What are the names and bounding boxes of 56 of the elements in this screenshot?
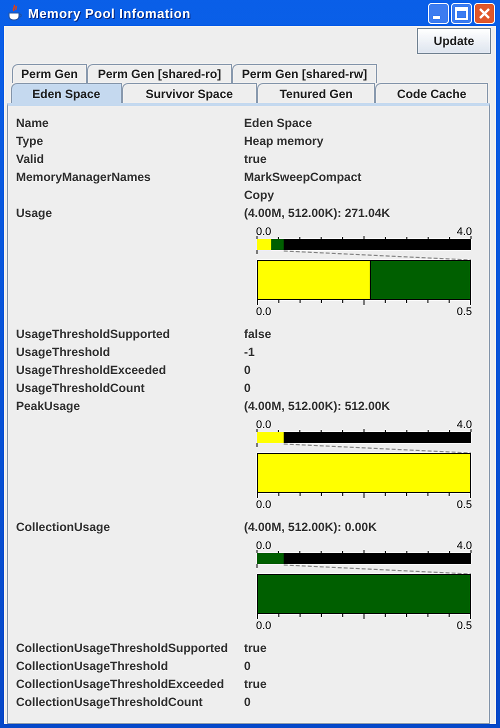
property-name: CollectionUsageThreshold [16, 658, 170, 675]
property-value: -1 [244, 344, 256, 361]
property-name: CollectionUsage [16, 519, 112, 536]
property-name: Valid [16, 151, 46, 168]
scale-label: 4.0 [456, 226, 472, 238]
property-name: Usage [16, 205, 54, 222]
property-name: Name [16, 115, 50, 132]
property-name: CollectionUsageThresholdSupported [16, 640, 230, 657]
property-value: (4.00M, 512.00K): 271.04K [244, 205, 392, 222]
tab[interactable]: Eden Space [11, 83, 122, 103]
property-value: true [244, 151, 268, 168]
minimize-icon[interactable] [428, 2, 449, 24]
property-value: true [244, 640, 268, 657]
tab[interactable]: Tenured Gen [256, 83, 376, 103]
property-name: UsageThresholdSupported [16, 326, 172, 343]
property-name: Type [16, 133, 44, 150]
property-value: 0 [244, 380, 252, 397]
property-value: 0 [244, 362, 252, 379]
property-name: UsageThresholdCount [16, 380, 146, 397]
property-value: Heap memory [244, 133, 324, 150]
property-value: Eden Space [244, 115, 314, 132]
tab[interactable]: Perm Gen [shared-ro] [87, 64, 232, 83]
property-name: CollectionUsageThresholdCount [16, 694, 204, 711]
scale-label: 0.0 [256, 620, 272, 632]
property-name: MemoryManagerNames [16, 169, 152, 186]
scale-label: 0.0 [256, 540, 272, 552]
scale-label: 0.5 [456, 620, 472, 632]
scale-label: 0.0 [256, 306, 272, 318]
property-value: 0 [244, 658, 252, 675]
maximize-icon[interactable] [451, 2, 472, 24]
property-value: true [244, 676, 268, 693]
property-value: (4.00M, 512.00K): 0.00K [244, 519, 378, 536]
tab[interactable]: Perm Gen [12, 64, 87, 83]
scale-label: 4.0 [456, 540, 472, 552]
property-value: 0 [244, 694, 252, 711]
property-value: MarkSweepCompact [244, 169, 362, 186]
property-value: false [244, 326, 272, 343]
scale-label: 0.0 [256, 499, 272, 511]
scale-label: 4.0 [456, 419, 472, 431]
cup-icon [7, 4, 23, 22]
tab[interactable]: Perm Gen [shared-rw] [232, 64, 377, 83]
scale-label: 0.0 [256, 419, 272, 431]
scale-label: 0.5 [456, 306, 472, 318]
property-name: PeakUsage [16, 398, 82, 415]
property-name: CollectionUsageThresholdExceeded [16, 676, 226, 693]
tab[interactable]: Code Cache [375, 83, 488, 103]
update-button[interactable]: Update [417, 28, 491, 54]
close-icon[interactable] [474, 2, 495, 24]
property-value: (4.00M, 512.00K): 512.00K [244, 398, 392, 415]
tab[interactable]: Survivor Space [122, 83, 257, 103]
scale-label: 0.5 [456, 499, 472, 511]
property-value: Copy [244, 187, 275, 204]
window-title: Memory Pool Infomation [28, 6, 191, 20]
scale-label: 0.0 [256, 226, 272, 238]
property-name: UsageThreshold [16, 344, 112, 361]
property-name: UsageThresholdExceeded [16, 362, 168, 379]
